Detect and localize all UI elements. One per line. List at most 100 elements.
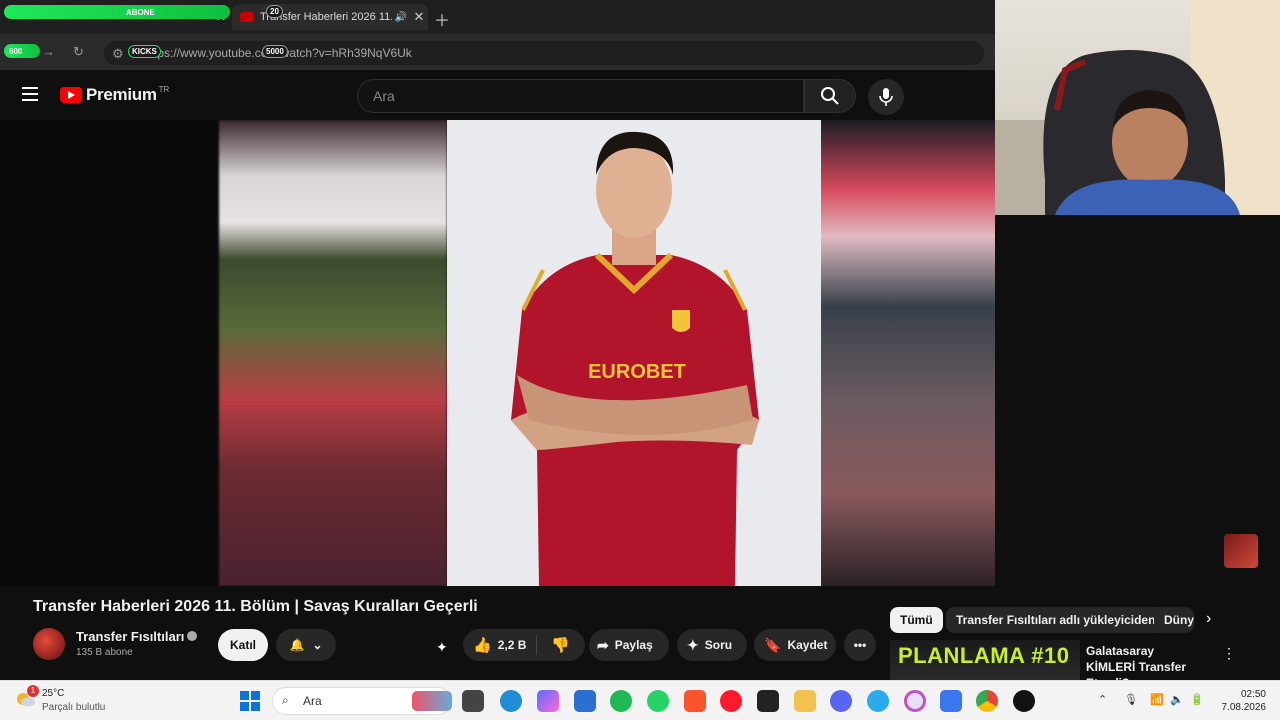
weather-temperature[interactable]: 25°C <box>42 688 64 699</box>
webcam-overlay <box>995 0 1280 215</box>
site-info-icon[interactable]: ⚙ <box>112 46 124 62</box>
join-button[interactable]: Katıl <box>218 629 268 661</box>
store-icon[interactable] <box>574 690 596 712</box>
discord-icon[interactable] <box>830 690 852 712</box>
sparkle-icon: ✦ <box>687 636 699 653</box>
notification-button[interactable]: 🔔 ⌄ <box>276 629 336 661</box>
video-title: Transfer Haberleri 2026 11. Bölüm | Sava… <box>33 598 478 615</box>
forward-icon[interactable]: → <box>42 44 55 59</box>
logo-text: Premium <box>86 85 157 104</box>
date: 7.08.2026 <box>1221 702 1267 713</box>
chrome-icon[interactable] <box>976 690 998 712</box>
thumbnail-text: PLANLAMA #10 <box>898 643 1070 668</box>
microphone-icon <box>879 88 893 106</box>
browser-address-bar: → ↻ https://www.youtube.com/watch?v=hRh3… <box>0 34 995 70</box>
chip-all[interactable]: Tümü <box>890 607 943 633</box>
kicks-goal-label: KICKS <box>128 45 161 58</box>
spotify-icon[interactable] <box>610 690 632 712</box>
share-label: Paylaş <box>614 638 653 652</box>
chip-from-uploader[interactable]: Transfer Fısıltıları adlı yükleyiciden <box>946 607 1166 633</box>
brave-icon[interactable] <box>684 690 706 712</box>
divider <box>536 635 538 655</box>
opera-gx-icon[interactable] <box>904 690 926 712</box>
search-icon: ⌕ <box>282 693 289 707</box>
chevron-up-icon[interactable]: ⌃ <box>1098 693 1107 706</box>
file-explorer-icon[interactable] <box>794 690 816 712</box>
clock[interactable]: 02:50 7.08.2026 <box>1212 688 1267 714</box>
edge-icon[interactable] <box>500 690 522 712</box>
battery-icon[interactable]: 🔋 <box>1190 693 1204 706</box>
video-blurred-background-right <box>821 120 995 586</box>
weather-badge: 1 <box>27 685 39 697</box>
search-button[interactable] <box>804 79 856 113</box>
youtube-premium-logo[interactable]: Premium TR <box>60 85 169 105</box>
like-dislike-group: 👍 2,2 B 👎 <box>463 629 585 661</box>
windows-start-icon[interactable] <box>240 691 260 711</box>
thumbs-up-icon[interactable]: 👍 <box>473 636 492 654</box>
opera-icon[interactable] <box>720 690 742 712</box>
windows-taskbar: 1 25°C Parçalı bulutlu Ara ⌕ ⌃ 🎙 📶 🔈 🔋 0… <box>0 680 1280 720</box>
webcam-feed <box>995 0 1280 215</box>
video-blurred-background-left <box>219 120 447 586</box>
chevron-down-icon: ⌄ <box>312 638 323 652</box>
task-view-icon[interactable] <box>462 690 484 712</box>
hamburger-menu-icon[interactable] <box>22 87 38 101</box>
ask-button[interactable]: ✦ Soru <box>677 629 747 661</box>
app-icon[interactable] <box>1013 690 1035 712</box>
microphone-tray-icon[interactable]: 🎙 <box>1124 693 1138 706</box>
channel-name[interactable]: Transfer Fısıltıları <box>76 629 184 644</box>
subscriber-count: 135 B abone <box>76 647 133 658</box>
search-highlight-icon[interactable] <box>412 691 452 711</box>
browser-tab-active[interactable]: Transfer Haberleri 2026 11. 🔊 ✕ <box>232 4 428 30</box>
extension-icon[interactable]: ✦ <box>436 639 448 656</box>
game-app-icon[interactable] <box>757 690 779 712</box>
more-icon: ••• <box>853 638 867 652</box>
jersey-sponsor: EUROBET <box>588 361 686 383</box>
wifi-icon[interactable]: 📶 <box>1150 693 1164 706</box>
voice-search-button[interactable] <box>868 79 904 115</box>
youtube-header: Premium TR Ara <box>0 70 995 120</box>
volume-icon[interactable]: 🔈 <box>1170 693 1184 706</box>
like-count[interactable]: 2,2 B <box>498 638 527 652</box>
youtube-play-icon <box>60 87 82 103</box>
new-tab-button[interactable]: ＋ <box>434 7 450 31</box>
telegram-icon[interactable] <box>867 690 889 712</box>
url-input[interactable]: https://www.youtube.com/watch?v=hRh39NqV… <box>104 41 984 65</box>
save-button[interactable]: 🔖 Kaydet <box>754 629 836 661</box>
kicks-goal-bar: 600 <box>4 44 40 58</box>
thumbs-down-icon[interactable]: 👎 <box>551 636 570 654</box>
share-icon: ➦ <box>597 636 609 653</box>
share-button[interactable]: ➦ Paylaş <box>589 629 669 661</box>
more-vert-icon[interactable]: ⋮ <box>1222 645 1236 662</box>
kicks-goal-value: 5000 <box>262 45 288 58</box>
verified-icon <box>187 631 197 641</box>
search-input[interactable]: Ara <box>357 79 804 113</box>
subscriber-goal-label: ABONE <box>126 7 155 17</box>
more-actions-button[interactable]: ••• <box>844 629 876 661</box>
youtube-favicon-icon <box>240 12 254 22</box>
chip-world[interactable]: Düny <box>1154 607 1194 633</box>
ask-label: Soru <box>704 638 733 652</box>
bell-icon: 🔔 <box>289 638 305 652</box>
subscriber-goal-count: 20 <box>266 5 283 18</box>
bookmark-icon: 🔖 <box>764 636 782 653</box>
save-label: Kaydet <box>787 638 828 652</box>
mail-icon[interactable] <box>940 690 962 712</box>
channel-avatar[interactable] <box>33 628 65 660</box>
chevron-right-icon[interactable]: › <box>1206 610 1211 628</box>
whatsapp-icon[interactable] <box>647 690 669 712</box>
speaker-icon[interactable]: 🔊 <box>392 12 410 23</box>
subscriber-goal-bar: ABONE <box>4 5 230 19</box>
recommended-thumbnail[interactable]: PLANLAMA #10 <box>890 640 1080 680</box>
channel-watermark[interactable] <box>1224 534 1258 568</box>
reload-icon[interactable]: ↻ <box>73 44 84 60</box>
weather-description[interactable]: Parçalı bulutlu <box>42 702 105 713</box>
close-tab-icon[interactable]: ✕ <box>410 9 428 25</box>
browser-tab-bar: ✕ Transfer Haberleri 2026 11. 🔊 ✕ ＋ ABON… <box>0 0 995 34</box>
logo-region: TR <box>158 84 170 94</box>
kicks-start-value: 600 <box>9 46 23 56</box>
video-player[interactable]: EUROBET <box>0 120 995 586</box>
search-icon <box>821 87 839 105</box>
copilot-icon[interactable] <box>537 690 559 712</box>
player-photo: EUROBET <box>511 131 759 586</box>
